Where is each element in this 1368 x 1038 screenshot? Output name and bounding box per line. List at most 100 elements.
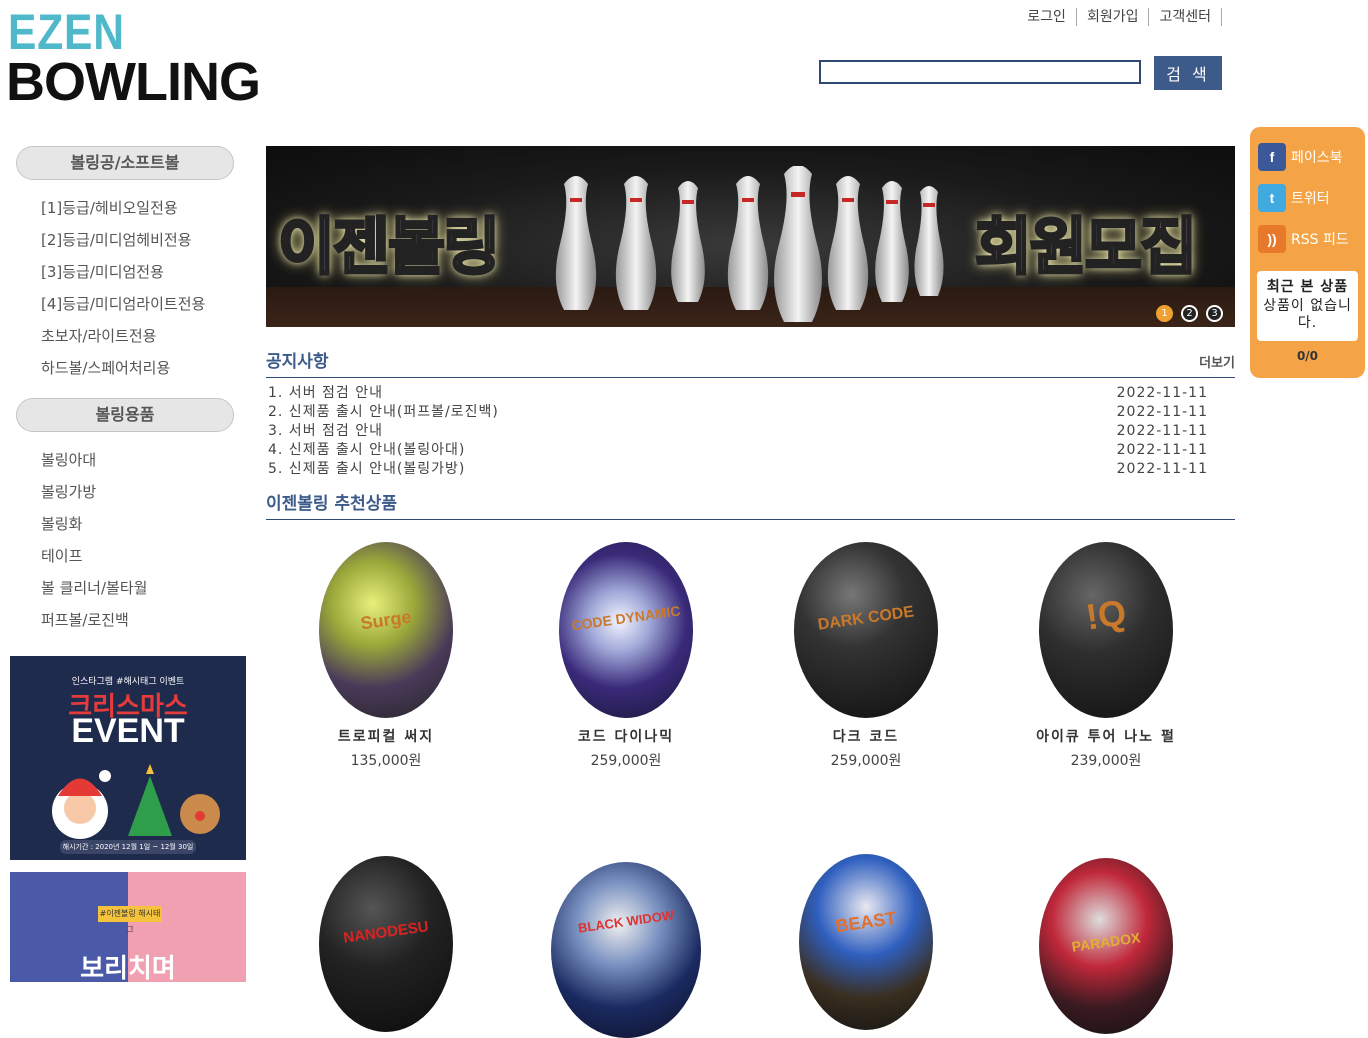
recent-title: 최근 본 상품: [1266, 279, 1349, 295]
recent-pager: 0/0: [1296, 349, 1319, 363]
sidebar-item[interactable]: 볼링아대: [41, 444, 147, 476]
rss-label: RSS 피드: [1291, 232, 1349, 248]
product-image: DARK CODE: [794, 542, 938, 718]
sidebar-item[interactable]: 볼링가방: [41, 476, 147, 508]
notice-item-title: 2. 신제품 출시 안내(퍼프볼/로진백): [268, 404, 499, 420]
category-list-goods: 볼링아대 볼링가방 볼링화 테이프 볼 클리너/볼타월 퍼프볼/로진백: [41, 444, 147, 636]
notice-item-title: 3. 서버 점검 안내: [268, 423, 383, 439]
product-name: 코드 다이나믹: [577, 729, 675, 745]
product-image: CODE DYNAMIC: [559, 542, 693, 718]
banner-pagination: 1 2 3: [1156, 305, 1223, 322]
notice-item-title: 4. 신제품 출시 안내(볼링아대): [268, 442, 466, 458]
sidebar-item[interactable]: 퍼프볼/로진백: [41, 604, 147, 636]
sidebar-item[interactable]: 초보자/라이트전용: [41, 320, 205, 352]
product-card[interactable]: PARADOX: [1006, 858, 1206, 1034]
product-card[interactable]: !Q 아이큐 투어 나노 펄 239,000원: [1006, 542, 1206, 770]
product-logo: CODE DYNAMIC: [570, 602, 682, 634]
twitter-link[interactable]: t 트위터: [1258, 184, 1330, 212]
product-price: 259,000원: [830, 753, 902, 769]
product-image: PARADOX: [1039, 858, 1173, 1034]
notice-item[interactable]: 3. 서버 점검 안내 2022-11-11: [268, 422, 1208, 441]
signup-link[interactable]: 회원가입: [1077, 8, 1150, 26]
notice-item-date: 2022-11-11: [1116, 442, 1208, 458]
product-name: 트로피컬 써지: [337, 729, 435, 745]
product-logo: BEAST: [834, 907, 898, 937]
customer-center-link[interactable]: 고객센터: [1149, 8, 1222, 26]
sidebar-item[interactable]: [4]등급/미디엄라이트전용: [41, 288, 205, 320]
product-name: 아이큐 투어 나노 펄: [1036, 729, 1176, 745]
bowling-pins-illustration: [555, 166, 944, 322]
search-input[interactable]: [819, 60, 1141, 84]
product-logo: BLACK WIDOW: [577, 907, 675, 936]
product-logo: !Q: [1083, 591, 1129, 638]
product-image: NANODESU: [319, 856, 453, 1032]
product-card[interactable]: Surge 트로피컬 써지 135,000원: [286, 542, 486, 770]
santa-tree-illustration: [52, 764, 220, 839]
notice-item-date: 2022-11-11: [1116, 385, 1208, 401]
recommend-header: 이젠볼링 추천상품: [266, 489, 1235, 520]
notice-item[interactable]: 5. 신제품 출시 안내(볼링가방) 2022-11-11: [268, 460, 1208, 479]
facebook-label: 페이스북: [1291, 150, 1343, 166]
product-image: BEAST: [799, 854, 933, 1030]
notice-item-date: 2022-11-11: [1116, 461, 1208, 477]
product-image: !Q: [1039, 542, 1173, 718]
main-banner[interactable]: 이젠볼링 회원모집 1 2 3: [266, 146, 1235, 327]
product-price: 135,000원: [350, 753, 422, 769]
recent-products-box: 최근 본 상품 상품이 없습니다.: [1257, 271, 1358, 341]
banner-dot-1[interactable]: 1: [1156, 305, 1173, 322]
product-card[interactable]: BEAST: [766, 854, 966, 1030]
banner-right-text: 회원모집: [973, 209, 1198, 285]
product-logo: DARK CODE: [816, 603, 916, 634]
product-card[interactable]: CODE DYNAMIC 코드 다이나믹 259,000원: [526, 542, 726, 770]
product-card[interactable]: BLACK WIDOW: [526, 862, 726, 1038]
notice-item[interactable]: 4. 신제품 출시 안내(볼링아대) 2022-11-11: [268, 441, 1208, 460]
category-title-balls: 볼링공/소프트볼: [16, 146, 234, 180]
twitter-icon: t: [1258, 184, 1286, 212]
notice-item[interactable]: 2. 신제품 출시 안내(퍼프볼/로진백) 2022-11-11: [268, 403, 1208, 422]
recommend-title: 이젠볼링 추천상품: [266, 494, 398, 514]
product-name: 다크 코드: [832, 729, 900, 745]
recent-empty-text: 상품이 없습니다.: [1263, 298, 1352, 331]
product-logo: NANODESU: [342, 918, 430, 947]
top-links: 로그인 회원가입 고객센터: [1017, 8, 1222, 26]
sidebar-item[interactable]: [2]등급/미디엄헤비전용: [41, 224, 205, 256]
ad-event-text: EVENT: [71, 712, 185, 750]
facebook-icon: f: [1258, 143, 1286, 171]
sidebar-item[interactable]: 하드볼/스페어처리용: [41, 352, 205, 384]
rss-icon: )): [1258, 225, 1286, 253]
product-price: 239,000원: [1070, 753, 1142, 769]
sidebar-item[interactable]: 볼 클리너/볼타월: [41, 572, 147, 604]
product-logo: PARADOX: [1070, 929, 1142, 955]
product-card[interactable]: NANODESU: [286, 856, 486, 1032]
twitter-label: 트위터: [1291, 191, 1330, 207]
banner-left-text: 이젠볼링: [276, 209, 501, 285]
ad2-text: 보리치며: [80, 954, 176, 982]
notice-item-title: 1. 서버 점검 안내: [268, 385, 383, 401]
banner-dot-3[interactable]: 3: [1206, 305, 1223, 322]
notice-more-link[interactable]: 더보기: [1199, 352, 1235, 371]
product-card[interactable]: DARK CODE 다크 코드 259,000원: [766, 542, 966, 770]
ad2-tag: #이젠볼링 해시태그: [98, 906, 162, 934]
notice-item[interactable]: 1. 서버 점검 안내 2022-11-11: [268, 384, 1208, 403]
sidebar-item[interactable]: [3]등급/미디엄전용: [41, 256, 205, 288]
product-image: Surge: [319, 542, 453, 718]
login-link[interactable]: 로그인: [1017, 8, 1077, 26]
notice-item-date: 2022-11-11: [1116, 404, 1208, 420]
christmas-event-banner[interactable]: 인스타그램 #해시태그 이벤트 크리스마스 EVENT 해시기간 : 2020년…: [10, 656, 246, 860]
category-title-goods: 볼링용품: [16, 398, 234, 432]
logo-ezen-text: EZEN: [8, 4, 125, 60]
notice-list: 1. 서버 점검 안내 2022-11-11 2. 신제품 출시 안내(퍼프볼/로…: [268, 384, 1208, 479]
rss-link[interactable]: )) RSS 피드: [1258, 225, 1349, 253]
product-image: BLACK WIDOW: [551, 862, 701, 1038]
hashtag-event-banner[interactable]: #이젠볼링 해시태그 보리치며: [10, 872, 246, 982]
ad-period-text: 해시기간 : 2020년 12월 1일 ~ 12월 30일: [60, 840, 196, 854]
site-logo[interactable]: EZEN BOWLING: [6, 4, 261, 110]
sidebar-item[interactable]: 테이프: [41, 540, 147, 572]
notice-item-title: 5. 신제품 출시 안내(볼링가방): [268, 461, 466, 477]
search-button[interactable]: 검 색: [1154, 56, 1222, 90]
sidebar-item[interactable]: [1]등급/헤비오일전용: [41, 192, 205, 224]
sidebar-item[interactable]: 볼링화: [41, 508, 147, 540]
logo-bowling-text: BOWLING: [6, 52, 261, 112]
facebook-link[interactable]: f 페이스북: [1258, 143, 1343, 171]
banner-dot-2[interactable]: 2: [1181, 305, 1198, 322]
